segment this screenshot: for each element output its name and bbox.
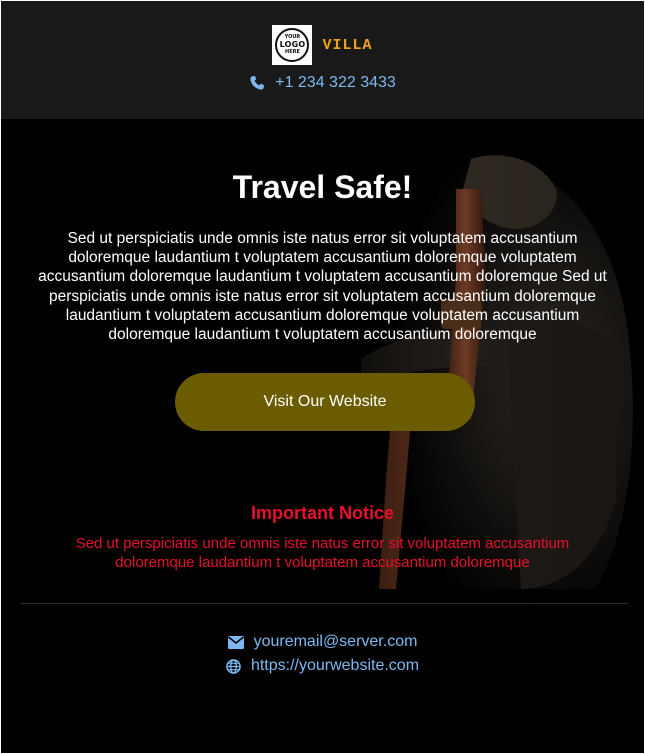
header: YOUR LOGO HERE VILLA +1 234 322 3433: [1, 1, 644, 119]
logo-text-middle: LOGO: [279, 40, 306, 49]
brand-name: VILLA: [322, 36, 373, 54]
hero-title: Travel Safe!: [232, 169, 413, 205]
logo[interactable]: YOUR LOGO HERE: [272, 25, 313, 65]
divider: [21, 603, 629, 604]
visit-website-button[interactable]: Visit Our Website: [175, 373, 475, 431]
brand: YOUR LOGO HERE VILLA: [1, 25, 644, 65]
envelope-icon: [227, 635, 244, 649]
notice-title: Important Notice: [250, 503, 394, 523]
phone-number: +1 234 322 3433: [275, 74, 396, 91]
email-link[interactable]: youremail@server.com: [254, 633, 418, 651]
website-row: https://yourwebsite.com: [1, 657, 644, 675]
hero-body-text: Sed ut perspiciatis unde omnis iste natu…: [38, 230, 607, 344]
globe-icon: [226, 658, 241, 674]
website-link[interactable]: https://yourwebsite.com: [251, 657, 419, 675]
email-template: YOUR LOGO HERE VILLA +1 234 322 3433 Tra…: [1, 1, 644, 753]
phone-icon: [250, 76, 265, 90]
hero-section: Travel Safe! Sed ut perspiciatis unde om…: [1, 119, 644, 753]
notice-text: Sed ut perspiciatis unde omnis iste natu…: [75, 535, 570, 571]
phone-row[interactable]: +1 234 322 3433: [1, 74, 644, 92]
logo-text-bottom: HERE: [285, 49, 300, 55]
email-row: youremail@server.com: [1, 633, 644, 651]
logo-emblem: YOUR LOGO HERE: [275, 28, 310, 62]
